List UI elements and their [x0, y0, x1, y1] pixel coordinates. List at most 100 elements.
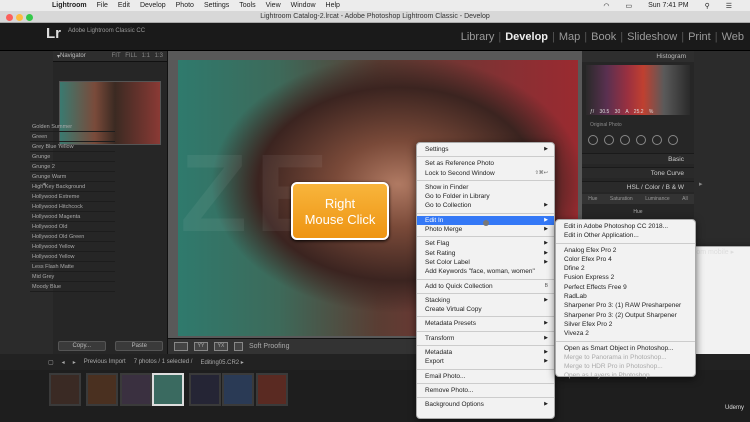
radial-filter-icon[interactable] [652, 135, 662, 145]
context_menu-item[interactable]: Transform ▶ [417, 334, 554, 343]
menu-list-icon[interactable]: ☰ [726, 2, 732, 10]
submenu-item[interactable]: Open as Smart Object in Photoshop... [556, 344, 695, 353]
context_menu-item[interactable]: Show in Finder [417, 183, 554, 192]
menu-help[interactable]: Help [326, 2, 340, 9]
preset-item[interactable]: Hollywood Extreme [30, 192, 115, 202]
copy-button[interactable]: Copy... [57, 341, 106, 351]
context_menu-item[interactable]: Add to Quick Collection B [417, 282, 554, 291]
context_menu-item[interactable]: Set Flag ▶ [417, 239, 554, 248]
submenu-item[interactable]: Edit in Adobe Photoshop CC 2018... [556, 222, 695, 231]
filmstrip-thumb[interactable] [120, 373, 152, 406]
context_menu-item[interactable]: Photo Merge ▶ [417, 225, 554, 234]
menu-tools[interactable]: Tools [239, 2, 255, 9]
preset-item[interactable]: Grunge [30, 152, 115, 162]
context_menu-item[interactable]: Set Rating ▶ [417, 249, 554, 258]
wifi-icon[interactable]: ◠ [603, 2, 609, 10]
submenu-item[interactable]: Sharpener Pro 3: (2) Output Sharpener [556, 311, 695, 320]
context_menu-item[interactable]: Remove Photo... [417, 386, 554, 395]
preset-item[interactable]: Mid Grey [30, 272, 115, 282]
preset-item[interactable]: Green [30, 132, 115, 142]
forward-arrow-icon[interactable]: ▸ [73, 359, 76, 366]
submenu-item[interactable]: Sharpener Pro 3: (1) RAW Presharpener [556, 301, 695, 310]
filmstrip-thumb[interactable] [49, 373, 81, 406]
hsl-tab-all[interactable]: All [682, 196, 688, 202]
submenu-item[interactable]: Silver Efex Pro 2 [556, 320, 695, 329]
context_menu-item[interactable]: Create Virtual Copy [417, 305, 554, 314]
filmstrip-thumb-selected[interactable] [152, 373, 184, 406]
context_menu-item[interactable]: Metadata ▶ [417, 348, 554, 357]
navigator-zoom[interactable]: FIT FILL 1:1 1:3 [112, 53, 163, 59]
context_menu-item[interactable]: Email Photo... [417, 372, 554, 381]
preset-item[interactable]: Hollywood Yellow [30, 252, 115, 262]
context_menu-item[interactable]: Background Options ▶ [417, 400, 554, 409]
submenu-item[interactable]: Fusion Express 2 [556, 273, 695, 282]
context_menu-item[interactable]: Set as Reference Photo [417, 159, 554, 168]
preset-item[interactable]: Hollywood Hitchcock [30, 202, 115, 212]
module-map[interactable]: Map [559, 31, 580, 43]
hsl-tab-luminance[interactable]: Luminance [645, 196, 669, 202]
module-book[interactable]: Book [591, 31, 616, 43]
filmstrip-thumb[interactable] [86, 373, 118, 406]
hsl-section[interactable]: HSL / Color / B & W [582, 181, 694, 192]
context_menu-item[interactable]: Go to Collection ▶ [417, 201, 554, 210]
context_menu-item[interactable]: Settings ▶ [417, 145, 554, 154]
grid-view-icon[interactable]: ▢ [48, 359, 54, 366]
hsl-tab-saturation[interactable]: Saturation [610, 196, 633, 202]
menu-view[interactable]: View [266, 2, 281, 9]
submenu-item[interactable]: Edit in Other Application... [556, 231, 695, 240]
context_menu-item[interactable]: Metadata Presets ▶ [417, 319, 554, 328]
spot-removal-icon[interactable] [604, 135, 614, 145]
context_menu-item[interactable]: Export ▶ [417, 357, 554, 366]
basic-section[interactable]: Basic [582, 153, 694, 164]
zoom-icon[interactable] [26, 14, 33, 21]
search-icon[interactable]: ⚲ [705, 2, 710, 10]
clock[interactable]: Sun 7:41 PM [648, 2, 688, 9]
preset-item[interactable]: Hollywood Yellow [30, 242, 115, 252]
module-develop[interactable]: Develop [505, 31, 548, 43]
context_menu-item[interactable]: Set Color Label ▶ [417, 258, 554, 267]
menu-photo[interactable]: Photo [176, 2, 194, 9]
before-after-icon[interactable]: YY [194, 342, 208, 351]
tone-curve-section[interactable]: Tone Curve [582, 167, 694, 178]
minimize-icon[interactable] [16, 14, 23, 21]
menu-settings[interactable]: Settings [204, 2, 229, 9]
context_menu-item[interactable]: Lock to Second Window ⇧⌘↩ [417, 169, 554, 178]
filmstrip-thumb[interactable] [256, 373, 288, 406]
preset-item[interactable]: Less Flash Matte [30, 262, 115, 272]
filmstrip-file[interactable]: Editing05.CR2 ▸ [200, 359, 243, 366]
preset-item[interactable]: Grunge 2 [30, 162, 115, 172]
battery-icon[interactable]: ▭ [625, 2, 632, 10]
submenu-item[interactable]: Color Efex Pro 4 [556, 255, 695, 264]
preset-item[interactable]: Hollywood Old [30, 222, 115, 232]
close-icon[interactable] [6, 14, 13, 21]
submenu-item[interactable]: Viveza 2 [556, 329, 695, 338]
preset-item[interactable]: Moody Blue [30, 282, 115, 292]
menu-window[interactable]: Window [291, 2, 316, 9]
soft-proofing-checkbox[interactable] [234, 342, 243, 351]
preset-item[interactable]: Hollywood Magenta [30, 212, 115, 222]
preset-item[interactable]: Grey Blue Yellow [30, 142, 115, 152]
submenu-item[interactable]: Analog Efex Pro 2 [556, 246, 695, 255]
navigator-header[interactable]: ▾ Navigator FIT FILL 1:1 1:3 [53, 51, 167, 62]
red-eye-icon[interactable] [620, 135, 630, 145]
histogram-header[interactable]: Histogram [582, 51, 694, 62]
right-panel-toggle-icon[interactable]: ▸ [699, 180, 703, 188]
module-web[interactable]: Web [722, 31, 744, 43]
preset-item[interactable]: Hollywood Old Green [30, 232, 115, 242]
menu-develop[interactable]: Develop [140, 2, 166, 9]
filmstrip-thumb[interactable] [222, 373, 254, 406]
left-panel-toggle-icon[interactable]: ◂ [42, 180, 46, 188]
context_menu-item[interactable]: Go to Folder in Library [417, 192, 554, 201]
before-after-swap-icon[interactable]: YX [214, 342, 228, 351]
crop-tool-icon[interactable] [588, 135, 598, 145]
paste-button[interactable]: Paste [115, 341, 164, 351]
filmstrip-thumb[interactable] [189, 373, 221, 406]
menu-edit[interactable]: Edit [118, 2, 130, 9]
module-library[interactable]: Library [461, 31, 495, 43]
back-arrow-icon[interactable]: ◂ [62, 359, 65, 366]
hsl-tab-hue[interactable]: Hue [588, 196, 597, 202]
context_menu-item[interactable]: Add Keywords "face, woman, women" [417, 267, 554, 276]
filmstrip-source[interactable]: Previous Import [84, 359, 126, 365]
submenu-item[interactable]: RadLab [556, 292, 695, 301]
submenu-item[interactable]: Dfine 2 [556, 264, 695, 273]
